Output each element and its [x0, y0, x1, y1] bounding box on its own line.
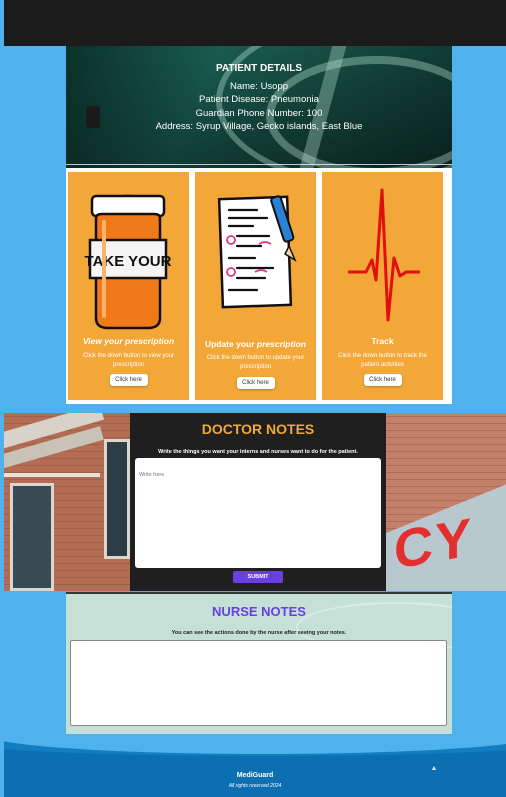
doctor-notes-subtitle: Write the things you want your interns a…	[158, 449, 358, 455]
bottle-label-text: TAKE YOUR	[85, 253, 172, 270]
nurse-panel-topline	[66, 592, 452, 594]
card-title-plain: Track	[371, 336, 394, 346]
card-title: View your prescription	[68, 336, 189, 346]
patient-disease: Patient Disease: Pneumonia	[199, 94, 319, 105]
track-button[interactable]: Click here	[363, 374, 402, 386]
update-prescription-button[interactable]: Click here	[236, 377, 275, 389]
guardian-phone: Guardian Phone Number: 100	[195, 107, 323, 119]
footer-brand: MediGuard	[236, 772, 274, 779]
clipboard-pen-icon	[217, 195, 297, 309]
card-description: Click the down button to update your pre…	[206, 355, 305, 370]
footer-rights: All rights reserved 2024	[228, 783, 282, 789]
scroll-top-icon[interactable]: ▲	[430, 765, 438, 773]
card-title-emphasis: prescription	[256, 339, 307, 349]
patient-name: Name: Usopp	[229, 80, 289, 92]
nurse-notes-display[interactable]	[70, 640, 447, 726]
patient-info-block: PATIENT DETAILS Name: Usopp Patient Dise…	[66, 62, 452, 134]
card-description: Click the down button to track the patie…	[338, 353, 427, 368]
view-prescription-button[interactable]: Click here	[109, 374, 148, 386]
nurse-notes-title: NURSE NOTES	[212, 604, 306, 619]
doctor-notes-panel: DOCTOR NOTES Write the things you want y…	[130, 413, 386, 591]
submit-button[interactable]: SUBMIT	[233, 571, 283, 583]
card-title: Update your prescription	[195, 339, 316, 349]
nurse-notes-subtitle: You can see the actions done by the nurs…	[171, 630, 347, 636]
building-photo-left	[4, 413, 130, 591]
hero-divider	[66, 164, 452, 165]
card-title-plain: Update your	[204, 339, 257, 349]
building-photo-right: CY	[386, 413, 506, 591]
card-title: Track	[322, 336, 443, 346]
patient-details-heading: PATIENT DETAILS	[215, 63, 303, 74]
heartbeat-icon	[348, 188, 420, 322]
top-navbar	[4, 0, 506, 46]
pill-bottle-icon: TAKE YOUR	[85, 194, 172, 330]
card-track: Track Click the down button to track the…	[322, 172, 443, 400]
card-title-emphasis: View your prescription	[82, 336, 175, 346]
patient-details-hero: PATIENT DETAILS Name: Usopp Patient Dise…	[66, 46, 452, 168]
card-description: Click the down button to view your presc…	[82, 353, 175, 368]
patient-address: Address: Syrup Village, Gecko islands, E…	[155, 121, 363, 132]
footer: MediGuard All rights reserved 2024 ▲	[4, 734, 506, 797]
card-view-prescription: TAKE YOUR View your prescription Click t…	[68, 172, 189, 400]
doctor-notes-input[interactable]	[135, 458, 381, 568]
nurse-notes-panel: NURSE NOTES You can see the actions done…	[66, 592, 452, 734]
doctor-notes-title: DOCTOR NOTES	[201, 421, 315, 437]
card-update-prescription: Update your prescription Click the down …	[195, 172, 316, 400]
